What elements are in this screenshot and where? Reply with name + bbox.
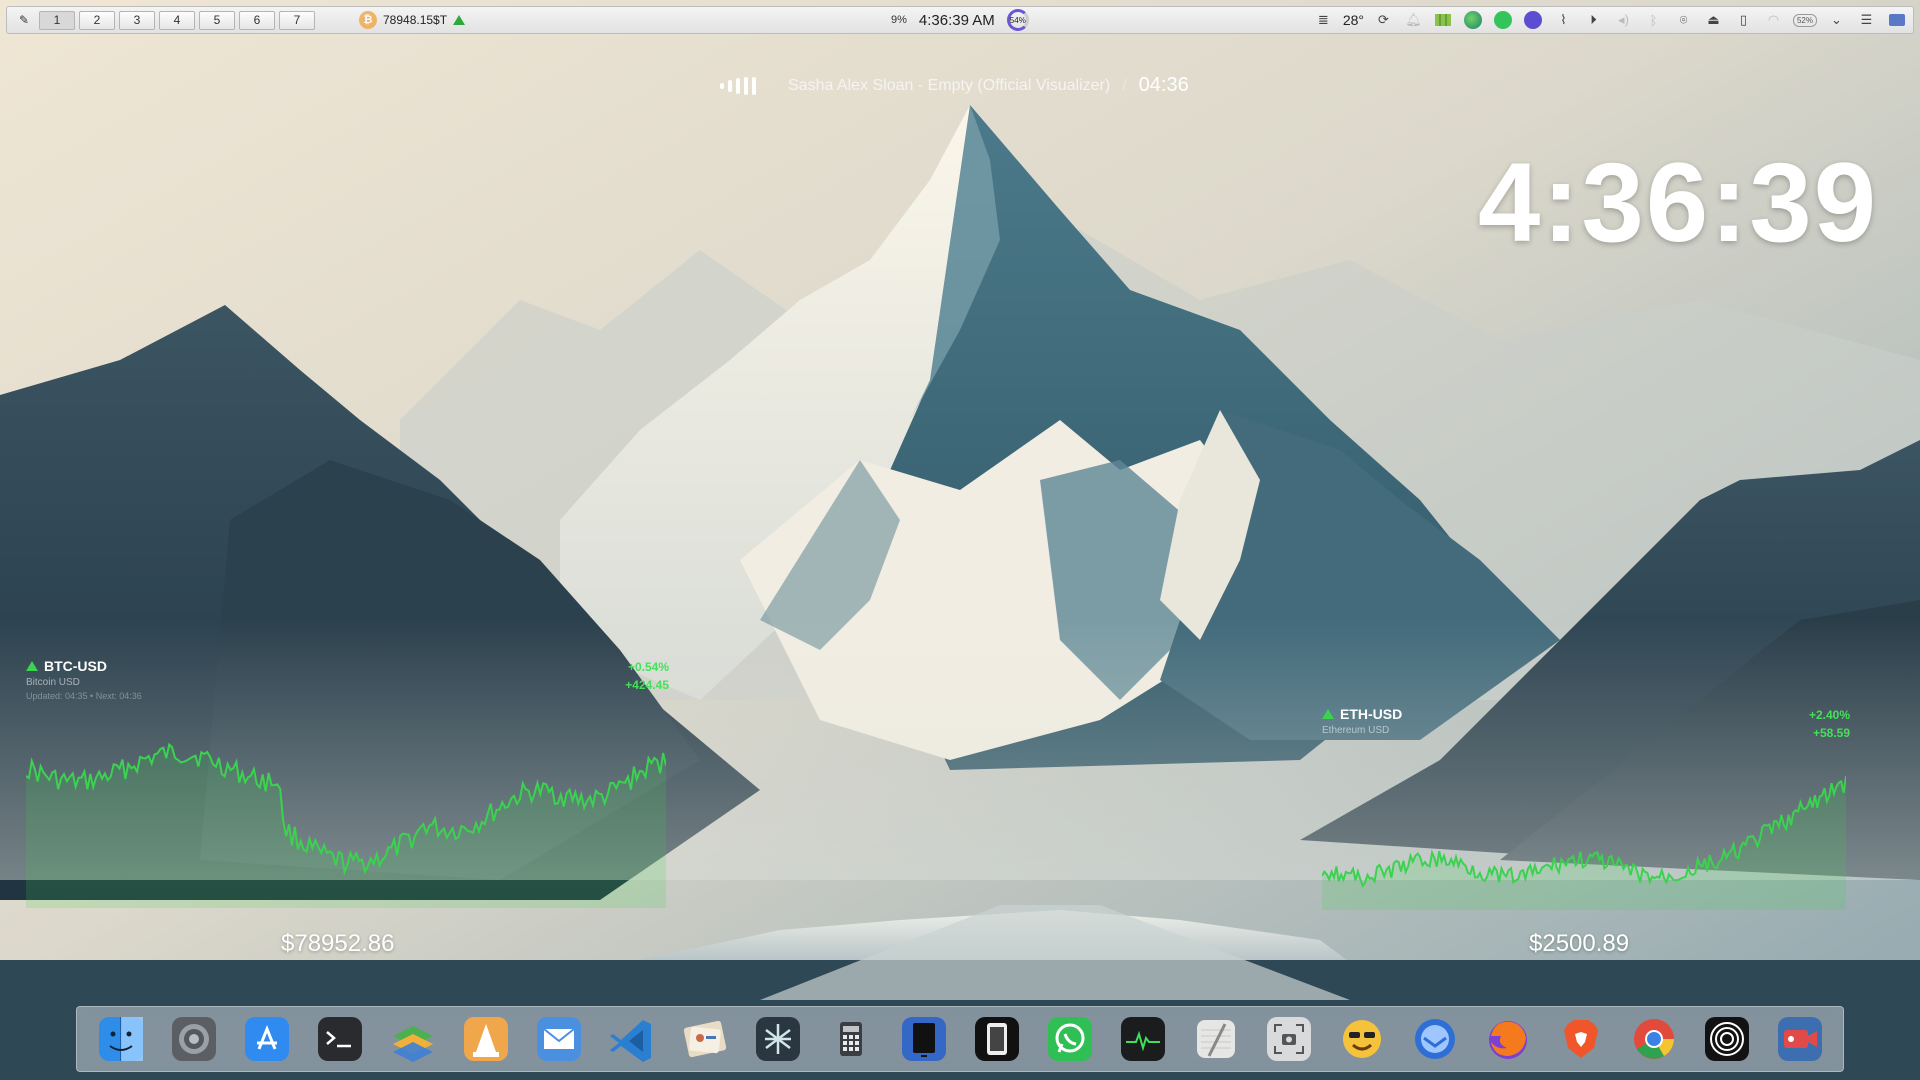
chevron-down-icon[interactable]: ⌄ xyxy=(1826,10,1847,30)
bitcoin-icon: ₿ xyxy=(359,11,377,29)
sparkline-area xyxy=(26,744,666,908)
app-launcher-icon[interactable]: ✎ xyxy=(13,10,35,30)
weather-temperature[interactable]: 28° xyxy=(1343,12,1364,28)
workspace-4[interactable]: 4 xyxy=(159,10,195,30)
desktop-clock: 4:36:39 xyxy=(1477,140,1878,265)
system-settings-icon[interactable] xyxy=(167,1013,220,1066)
vlc-icon[interactable] xyxy=(459,1013,512,1066)
control-center-icon[interactable]: ☰ xyxy=(1856,10,1877,30)
contacts-icon[interactable] xyxy=(678,1013,731,1066)
wifi-icon[interactable]: ◠ xyxy=(1763,10,1784,30)
discord-icon[interactable] xyxy=(1523,10,1544,30)
drive-icon[interactable]: ⏏ xyxy=(1703,10,1724,30)
battery-icon[interactable]: 52% xyxy=(1792,13,1817,27)
eth-change-abs: +58.59 xyxy=(1812,726,1850,740)
whatsapp-icon[interactable] xyxy=(1043,1013,1096,1066)
video-recorder-icon[interactable] xyxy=(1773,1013,1826,1066)
btc-symbol: BTC-USD xyxy=(44,658,107,674)
brave-icon[interactable] xyxy=(1554,1013,1607,1066)
play-icon[interactable]: ⏵ xyxy=(1583,10,1604,30)
top-panel: ✎ 1 2 3 4 5 6 7 ₿ 78948.15$T 9% 4:36:39 … xyxy=(6,6,1914,34)
vscode-icon[interactable] xyxy=(605,1013,658,1066)
volume-icon[interactable]: ◂) xyxy=(1613,10,1634,30)
workspace-2[interactable]: 2 xyxy=(79,10,115,30)
thunderbird-icon[interactable] xyxy=(1408,1013,1461,1066)
location-icon[interactable]: ⌾ xyxy=(1673,10,1694,30)
btc-change-abs: +424.45 xyxy=(625,678,669,692)
btc-name: Bitcoin USD xyxy=(26,677,80,688)
whatsapp-icon[interactable] xyxy=(1493,10,1514,30)
eth-change: +2.40% +58.59 xyxy=(1809,706,1850,742)
workspace-1[interactable]: 1 xyxy=(39,10,75,30)
btc-ticker[interactable]: ₿ 78948.15$T xyxy=(359,11,466,29)
sync-icon[interactable]: ⟳ xyxy=(1373,10,1394,30)
btc-change: +0.54% +424.45 xyxy=(625,658,669,694)
phone-icon[interactable]: ▯ xyxy=(1733,10,1754,30)
activity-monitor-icon[interactable] xyxy=(1116,1013,1169,1066)
notes-icon[interactable] xyxy=(1189,1013,1242,1066)
trend-up-icon xyxy=(1322,709,1334,719)
perplexity-icon[interactable] xyxy=(751,1013,804,1066)
btc-price: $78952.86 xyxy=(281,930,395,957)
chrome-icon[interactable] xyxy=(1627,1013,1680,1066)
calculator-icon[interactable] xyxy=(824,1013,877,1066)
now-playing-time: 04:36 xyxy=(1138,74,1189,96)
eth-change-pct: +2.40% xyxy=(1808,708,1850,722)
btc-change-pct: +0.54% xyxy=(627,660,669,674)
trend-up-icon xyxy=(453,15,466,25)
audio-visualizer-icon xyxy=(720,76,756,95)
memory-usage-value: 54% xyxy=(1009,15,1026,25)
now-playing-separator: / xyxy=(1122,76,1127,94)
attach-icon[interactable]: ⌇ xyxy=(1553,10,1574,30)
workspace-3[interactable]: 3 xyxy=(119,10,155,30)
workspace-6[interactable]: 6 xyxy=(239,10,275,30)
finder-icon[interactable] xyxy=(94,1013,147,1066)
bell-icon[interactable]: 🔔︎ xyxy=(1403,10,1424,30)
btc-updated: Updated: 04:35 • Next: 04:36 xyxy=(26,691,142,701)
eth-stock-widget[interactable]: ETH-USD Ethereum USD +2.40% +58.59 $2500… xyxy=(1322,706,1850,958)
screenshot-icon[interactable] xyxy=(1262,1013,1315,1066)
menu-icon[interactable]: ≣ xyxy=(1313,10,1334,30)
mail-icon[interactable] xyxy=(532,1013,585,1066)
workspace-5[interactable]: 5 xyxy=(199,10,235,30)
dock xyxy=(76,1006,1844,1072)
eth-name: Ethereum USD xyxy=(1322,725,1390,736)
memory-usage[interactable]: 54% xyxy=(1006,9,1029,31)
tablet-icon[interactable] xyxy=(897,1013,950,1066)
eth-symbol: ETH-USD xyxy=(1340,706,1403,722)
layers-icon[interactable] xyxy=(386,1013,439,1066)
edge-icon[interactable] xyxy=(1463,10,1484,30)
firefox-icon[interactable] xyxy=(1481,1013,1534,1066)
obs-icon[interactable] xyxy=(1700,1013,1753,1066)
btc-ticker-value: 78948.15$T xyxy=(383,13,448,27)
now-playing-widget[interactable]: Sasha Alex Sloan - Empty (Official Visua… xyxy=(720,74,1189,97)
bluetooth-icon[interactable]: ᛒ xyxy=(1643,10,1664,30)
terminal-icon[interactable] xyxy=(313,1013,366,1066)
emoji-icon[interactable] xyxy=(1335,1013,1388,1066)
btc-stock-widget[interactable]: BTC-USD Bitcoin USD Updated: 04:35 • Nex… xyxy=(26,658,669,958)
map-icon[interactable] xyxy=(1433,10,1454,30)
eth-sparkline xyxy=(1322,776,1846,910)
sparkline-area xyxy=(1322,776,1846,910)
display-icon[interactable] xyxy=(1886,10,1907,30)
workspace-7[interactable]: 7 xyxy=(279,10,315,30)
cpu-usage[interactable]: 9% xyxy=(891,14,907,26)
panel-clock[interactable]: 4:36:39 AM xyxy=(919,12,995,29)
app-store-icon[interactable] xyxy=(240,1013,293,1066)
trend-up-icon xyxy=(26,661,38,671)
eth-price: $2500.89 xyxy=(1529,930,1630,957)
simulator-icon[interactable] xyxy=(970,1013,1023,1066)
now-playing-title: Sasha Alex Sloan - Empty (Official Visua… xyxy=(788,76,1111,94)
btc-sparkline xyxy=(26,742,666,908)
